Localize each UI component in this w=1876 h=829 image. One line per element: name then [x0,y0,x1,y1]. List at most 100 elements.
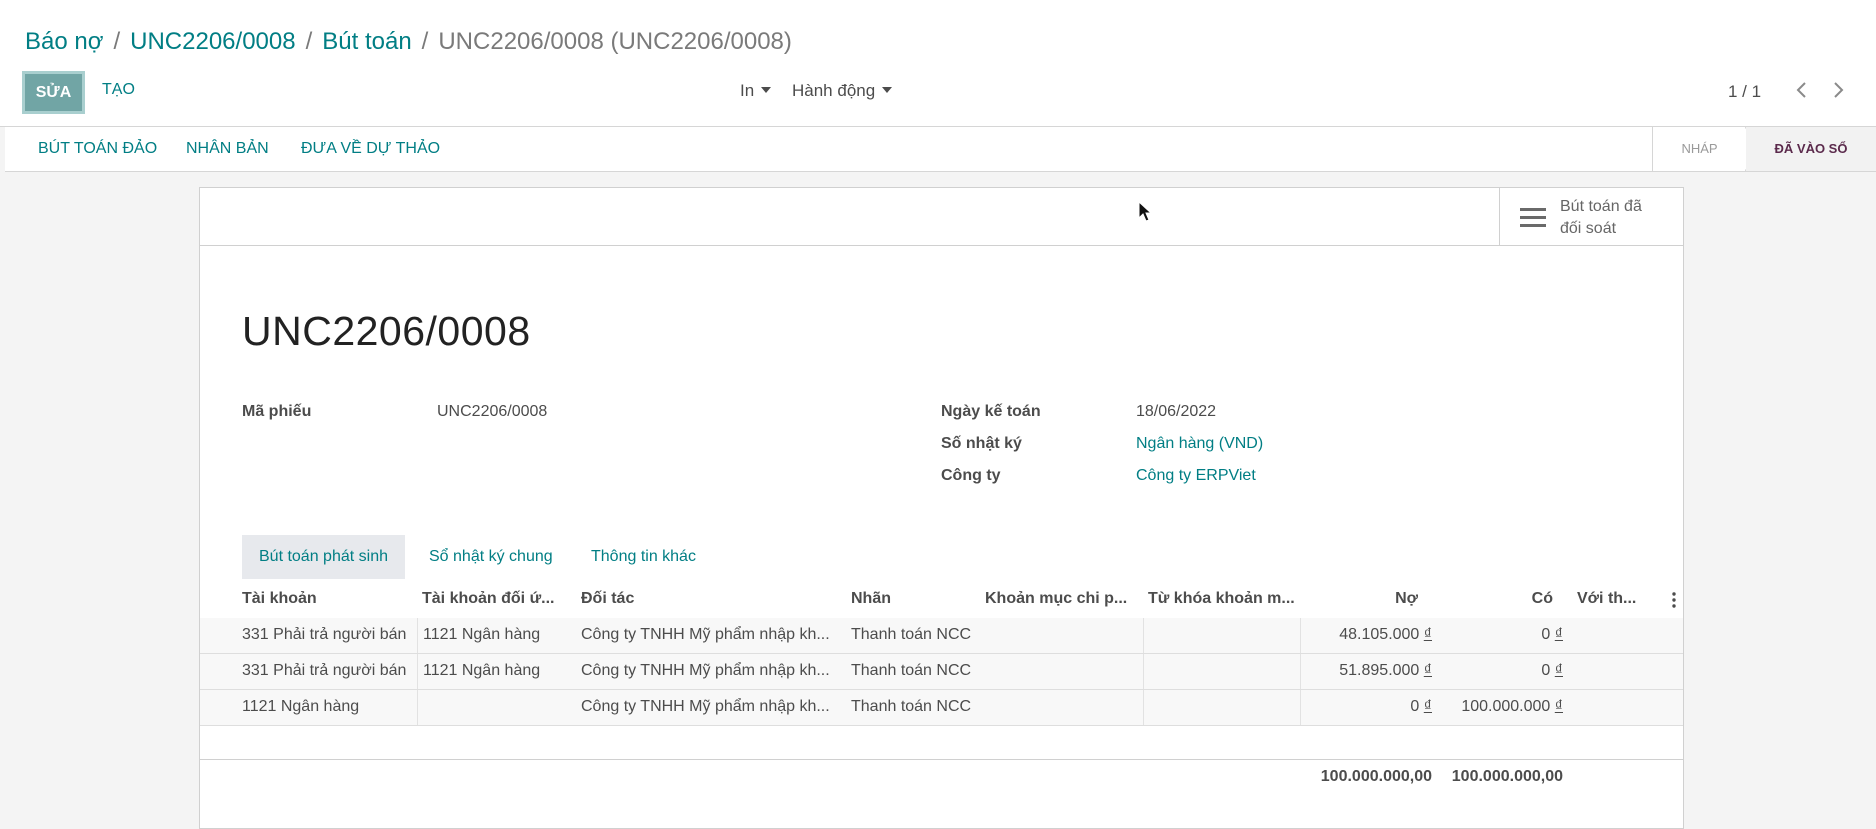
credit-amount: 0 [1541,662,1551,679]
col-expense-item[interactable]: Khoản mục chi p... [985,590,1137,608]
credit-amount: 100.000.000 [1461,698,1551,715]
status-draft[interactable]: NHÁP [1652,127,1746,171]
currency-symbol: ₫ [1554,662,1563,679]
cell-credit: 0 ₫ [1440,626,1563,644]
cell-divider [1143,618,1144,653]
button-box: Bút toán đã đối soát [200,188,1683,246]
reconciled-entries-button[interactable]: Bút toán đã đối soát [1499,188,1683,245]
cell-label: Thanh toán NCC [851,698,972,715]
cell-partner: Công ty TNHH Mỹ phẩm nhập kh... [581,626,830,643]
currency-symbol: ₫ [1423,626,1432,643]
breadcrumb-separator: / [113,28,121,55]
form-sheet: Bút toán đã đối soát UNC2206/0008 Mã phi… [199,187,1684,829]
col-account[interactable]: Tài khoản [242,590,412,608]
cell-divider [417,618,418,653]
reconciled-entries-line2: đối soát [1560,220,1617,237]
cell-divider [1143,690,1144,725]
company-link[interactable]: Công ty ERPViet [1136,467,1256,485]
date-value: 18/06/2022 [1136,403,1217,420]
totals-divider [200,759,1683,760]
debit-amount: 51.895.000 [1339,662,1420,679]
entry-title: UNC2206/0008 [242,308,531,354]
journal-link[interactable]: Ngân hàng (VND) [1136,435,1263,453]
company-label: Công ty [941,467,1001,484]
cell-account: 331 Phải trả người bán [242,662,407,679]
table-row[interactable]: 1121 Ngân hàng Công ty TNHH Mỹ phẩm nhập… [200,690,1683,726]
total-debit: 100.000.000,00 [1320,768,1432,785]
col-label[interactable]: Nhãn [851,590,971,608]
breadcrumb-separator: / [305,28,313,55]
ref-value: UNC2206/0008 [437,403,548,420]
credit-amount: 0 [1541,626,1551,643]
cell-divider [417,654,418,689]
print-dropdown-label: In [740,81,755,100]
date-label: Ngày kế toán [941,403,1041,420]
tab-other-info[interactable]: Thông tin khác [591,535,696,579]
cell-debit: 51.895.000 ₫ [1310,662,1432,680]
list-icon [1520,208,1546,227]
currency-symbol: ₫ [1423,662,1432,679]
col-credit[interactable]: Có [1440,590,1553,608]
tab-general-ledger[interactable]: Sổ nhật ký chung [429,535,553,579]
cell-divider [1300,690,1301,725]
cell-divider [1143,654,1144,689]
duplicate-button[interactable]: NHÂN BẢN [186,140,269,158]
status-posted[interactable]: ĐÃ VÀO SỔ [1746,127,1876,171]
debit-amount: 48.105.000 [1339,626,1420,643]
table-row[interactable]: 331 Phải trả người bán 1121 Ngân hàng Cô… [200,618,1683,654]
cell-divider [1300,618,1301,653]
print-dropdown[interactable]: In [740,81,772,101]
currency-symbol: ₫ [1423,698,1432,715]
chevron-left-icon [1796,82,1806,98]
debit-amount: 0 [1410,698,1420,715]
cell-partner: Công ty TNHH Mỹ phẩm nhập kh... [581,662,830,679]
pager-next-button[interactable] [1826,76,1850,104]
table-header: Tài khoản Tài khoản đối ứ... Đối tác Nhã… [200,579,1683,619]
form-statusbar-row: BÚT TOÁN ĐẢO NHÂN BẢN ĐƯA VỀ DỰ THẢO NHÁ… [5,127,1876,172]
reverse-entry-button[interactable]: BÚT TOÁN ĐẢO [38,140,157,158]
cell-account: 331 Phải trả người bán [242,626,407,643]
reconciled-entries-label: Bút toán đã đối soát [1560,196,1670,240]
create-button[interactable]: TẠO [102,81,135,99]
col-partner[interactable]: Đối tác [581,590,841,608]
cell-label: Thanh toán NCC [851,626,972,643]
tab-journal-items[interactable]: Bút toán phát sinh [242,535,405,579]
pager-value[interactable]: 1 / 1 [1728,82,1761,102]
breadcrumb-item-document[interactable]: UNC2206/0008 [130,28,295,55]
cell-divider [1300,654,1301,689]
cell-divider [417,690,418,725]
pager-previous-button[interactable] [1790,76,1814,104]
edit-button[interactable]: SỬA [22,71,85,114]
control-panel: Báo nợ / UNC2206/0008 / Bút toán / UNC2206/000… [0,0,1876,127]
cell-counter-account: 1121 Ngân hàng [423,626,541,643]
cell-partner: Công ty TNHH Mỹ phẩm nhập kh... [581,698,830,715]
reconciled-entries-line1: Bút toán đã [1560,198,1642,215]
cell-label: Thanh toán NCC [851,662,972,679]
cell-counter-account: 1121 Ngân hàng [423,662,541,679]
caret-down-icon [882,86,893,93]
column-options-icon[interactable] [1671,592,1677,608]
cell-credit: 100.000.000 ₫ [1440,698,1563,716]
cell-account: 1121 Ngân hàng [242,698,360,715]
breadcrumb-current: UNC2206/0008 (UNC2206/0008) [438,28,792,55]
col-keyword[interactable]: Từ khóa khoản m... [1148,590,1300,608]
cell-credit: 0 ₫ [1440,662,1563,680]
breadcrumb-item-journal-entries[interactable]: Bút toán [322,28,411,55]
reset-to-draft-button[interactable]: ĐƯA VỀ DỰ THẢO [301,140,440,158]
breadcrumb-separator: / [421,28,429,55]
currency-symbol: ₫ [1554,698,1563,715]
table-row[interactable]: 331 Phải trả người bán 1121 Ngân hàng Cô… [200,654,1683,690]
action-dropdown[interactable]: Hành động [792,81,893,101]
currency-symbol: ₫ [1554,626,1563,643]
total-credit: 100.000.000,00 [1451,768,1563,785]
action-dropdown-label: Hành động [792,81,876,100]
col-counter-account[interactable]: Tài khoản đối ứ... [422,590,572,608]
cell-debit: 0 ₫ [1310,698,1432,716]
breadcrumb: Báo nợ / UNC2206/0008 / Bút toán / UNC2206/000… [25,28,792,56]
breadcrumb-item-debit-note[interactable]: Báo nợ [25,28,103,55]
ref-label: Mã phiếu [242,403,312,420]
journal-label: Số nhật ký [941,435,1022,452]
col-with-tax[interactable]: Với th... [1577,590,1639,608]
mouse-cursor-icon [1138,201,1152,222]
col-debit[interactable]: Nợ [1320,590,1418,608]
